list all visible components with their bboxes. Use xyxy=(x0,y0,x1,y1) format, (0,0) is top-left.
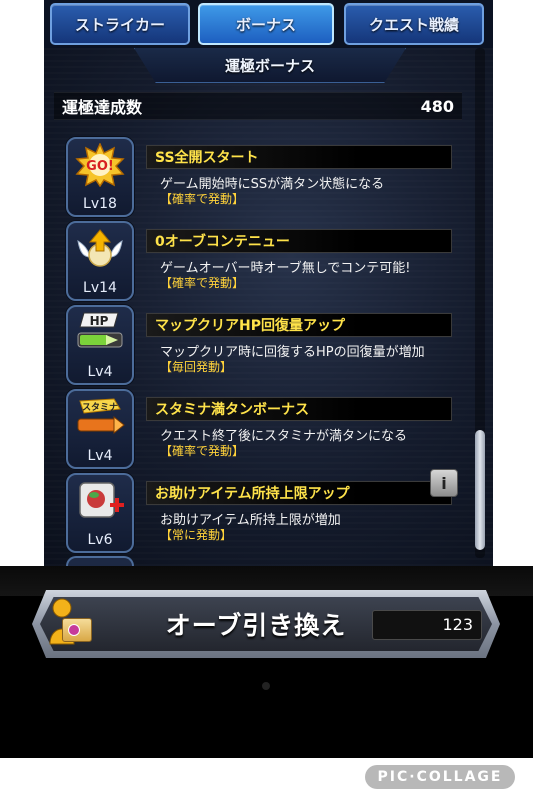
tab-bar: ストライカー ボーナス クエスト戦績 xyxy=(44,0,493,48)
bonus-title-bar: マップクリアHP回復量アップ xyxy=(146,313,452,337)
bonus-title-bar: SS全開スタート xyxy=(146,145,452,169)
bonus-title-bar: お助けアイテム所持上限アップ xyxy=(146,481,452,505)
bottom-bar: オーブ引き換え 123 xyxy=(0,566,533,758)
unkyoku-count-value: 480 xyxy=(420,96,454,116)
go-icon: GO! xyxy=(75,143,125,187)
bonus-level: Lv14 xyxy=(83,280,117,296)
svg-text:スタミナ: スタミナ xyxy=(82,401,118,413)
ticket-count-box: 123 xyxy=(372,610,482,640)
ticket-count: 123 xyxy=(442,615,473,634)
scrollbar-thumb[interactable] xyxy=(475,430,485,550)
section-title: 運極ボーナス xyxy=(224,56,315,75)
bonus-title-bar: スタミナ満タンボーナス xyxy=(146,397,452,421)
stamina-icon: スタミナ xyxy=(77,398,125,435)
info-button[interactable]: i xyxy=(430,469,458,497)
unkyoku-count-row: 運極達成数 480 xyxy=(54,92,462,120)
next-bonus-icon-partial xyxy=(66,556,134,566)
bonus-panel: ストライカー ボーナス クエスト戦績 運極ボーナス 運極達成数 480 GO! … xyxy=(44,0,493,566)
bonus-title-bar: 0オーブコンテニュー xyxy=(146,229,452,253)
right-margin xyxy=(493,0,533,566)
bonus-icon-frame: GO! Lv18 xyxy=(66,137,134,217)
bonus-title: マップクリアHP回復量アップ xyxy=(155,318,345,334)
bonus-icon-frame: HP Lv4 xyxy=(66,305,134,385)
svg-text:GO!: GO! xyxy=(86,159,114,174)
bonus-trigger: 【確率で発動】 xyxy=(160,192,245,206)
winged-orb-icon xyxy=(77,229,123,267)
scrollbar[interactable] xyxy=(475,48,485,558)
bonus-level: Lv4 xyxy=(87,364,113,380)
watermark-text: PIC·COLLAGE xyxy=(377,769,503,785)
svg-text:HP: HP xyxy=(90,314,109,328)
bonus-icon-frame: Lv6 xyxy=(66,473,134,553)
unkyoku-count-label: 運極達成数 xyxy=(62,98,143,117)
left-margin xyxy=(0,0,44,566)
bonus-trigger: 【確率で発動】 xyxy=(160,444,245,458)
bonus-level: Lv18 xyxy=(83,196,117,212)
bonus-item-assist-item-limit[interactable]: Lv6 お助けアイテム所持上限アップ i お助けアイテム所持上限が増加 【常に発… xyxy=(62,469,462,553)
bonus-title: スタミナ満タンボーナス xyxy=(155,402,309,418)
bonus-item-hp-recovery[interactable]: HP Lv4 マップクリアHP回復量アップ マップクリア時に回復するHPの回復量… xyxy=(62,303,462,385)
user-ticket-icon xyxy=(46,594,96,654)
bonus-title: SS全開スタート xyxy=(155,150,259,166)
bonus-item-zero-orb-continue[interactable]: Lv14 0オーブコンテニュー ゲームオーバー時オーブ無しでコンテ可能! 【確率… xyxy=(62,219,462,301)
tab-bonus[interactable]: ボーナス xyxy=(198,3,334,45)
orb-exchange-label: オーブ引き換え xyxy=(165,611,347,640)
bottom-decoration xyxy=(262,682,270,690)
tab-striker[interactable]: ストライカー xyxy=(50,3,190,45)
hp-gauge-icon: HP xyxy=(77,312,123,348)
bonus-icon-frame: スタミナ Lv4 xyxy=(66,389,134,469)
bonus-level: Lv6 xyxy=(87,532,113,548)
watermark: PIC·COLLAGE xyxy=(365,765,515,789)
bonus-title: お助けアイテム所持上限アップ xyxy=(155,486,350,502)
item-plus-icon xyxy=(79,482,124,518)
tab-quest-record[interactable]: クエスト戦績 xyxy=(344,3,484,45)
bonus-level: Lv4 xyxy=(87,448,113,464)
bonus-title: 0オーブコンテニュー xyxy=(155,234,290,250)
bonus-trigger: 【毎回発動】 xyxy=(160,360,233,374)
bonus-trigger: 【確率で発動】 xyxy=(160,276,245,290)
bonus-icon-frame: Lv14 xyxy=(66,221,134,301)
section-header: 運極ボーナス xyxy=(134,48,406,83)
bonus-trigger: 【常に発動】 xyxy=(160,528,233,542)
bonus-item-ss-start[interactable]: GO! Lv18 SS全開スタート ゲーム開始時にSSが満タン状態になる 【確率… xyxy=(62,135,462,217)
bonus-item-stamina-full[interactable]: スタミナ Lv4 スタミナ満タンボーナス クエスト終了後にスタミナが満タンになる… xyxy=(62,387,462,469)
ticket-icon xyxy=(62,618,92,642)
